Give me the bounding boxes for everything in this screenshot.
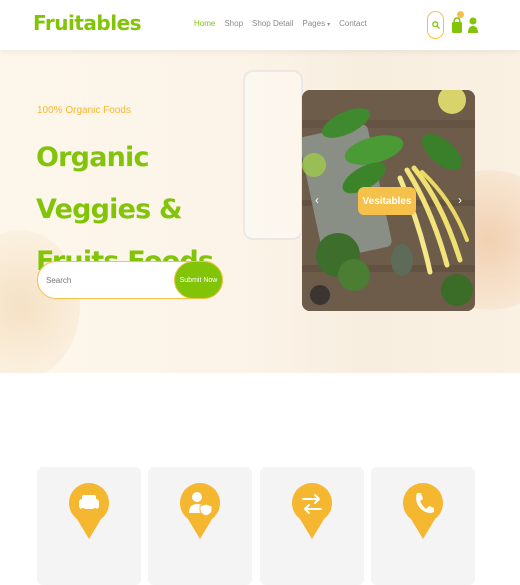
hero-tagline: 100% Organic Foods	[37, 105, 131, 116]
submit-button[interactable]: Submit Now	[174, 261, 223, 299]
hero-background-phone	[243, 70, 303, 240]
nav-link-home[interactable]: Home	[194, 19, 215, 28]
search-icon	[431, 21, 440, 29]
exchange-icon	[292, 483, 332, 539]
phone-icon	[403, 483, 443, 539]
hero-section: 100% Organic Foods Organic Veggies & Fru…	[0, 50, 520, 373]
cart-count-badge	[457, 11, 464, 18]
carousel-next-button[interactable]: ›	[453, 188, 467, 212]
nav-link-contact[interactable]: Contact	[339, 19, 367, 28]
nav-link-pages-label: Pages	[302, 19, 326, 28]
hero-carousel: ‹ › Vesitables	[302, 90, 475, 311]
hero-search-input[interactable]	[46, 270, 166, 290]
feature-card	[260, 467, 364, 585]
chevron-right-icon: ›	[458, 193, 462, 207]
feature-card	[37, 467, 141, 585]
user-shield-icon	[180, 483, 220, 539]
account-button[interactable]	[467, 13, 479, 35]
user-icon	[468, 17, 478, 33]
car-icon	[69, 483, 109, 539]
features-section	[0, 373, 520, 585]
brand-logo[interactable]: Fruitables	[33, 11, 142, 35]
carousel-prev-button[interactable]: ‹	[310, 188, 324, 212]
chevron-down-icon: ▾	[327, 22, 331, 28]
nav-link-shop-detail[interactable]: Shop Detail	[252, 19, 293, 28]
top-navbar: Fruitables Home Shop Shop Detail Pages ▾ …	[0, 0, 520, 50]
nav-link-pages[interactable]: Pages ▾	[302, 19, 330, 28]
search-button[interactable]	[427, 11, 444, 39]
nav-links: Home Shop Shop Detail Pages ▾ Contact	[194, 19, 376, 28]
feature-card	[148, 467, 252, 585]
carousel-category-label[interactable]: Vesitables	[358, 187, 416, 215]
feature-card	[371, 467, 475, 585]
nav-link-shop[interactable]: Shop	[224, 19, 243, 28]
chevron-left-icon: ‹	[315, 193, 319, 207]
